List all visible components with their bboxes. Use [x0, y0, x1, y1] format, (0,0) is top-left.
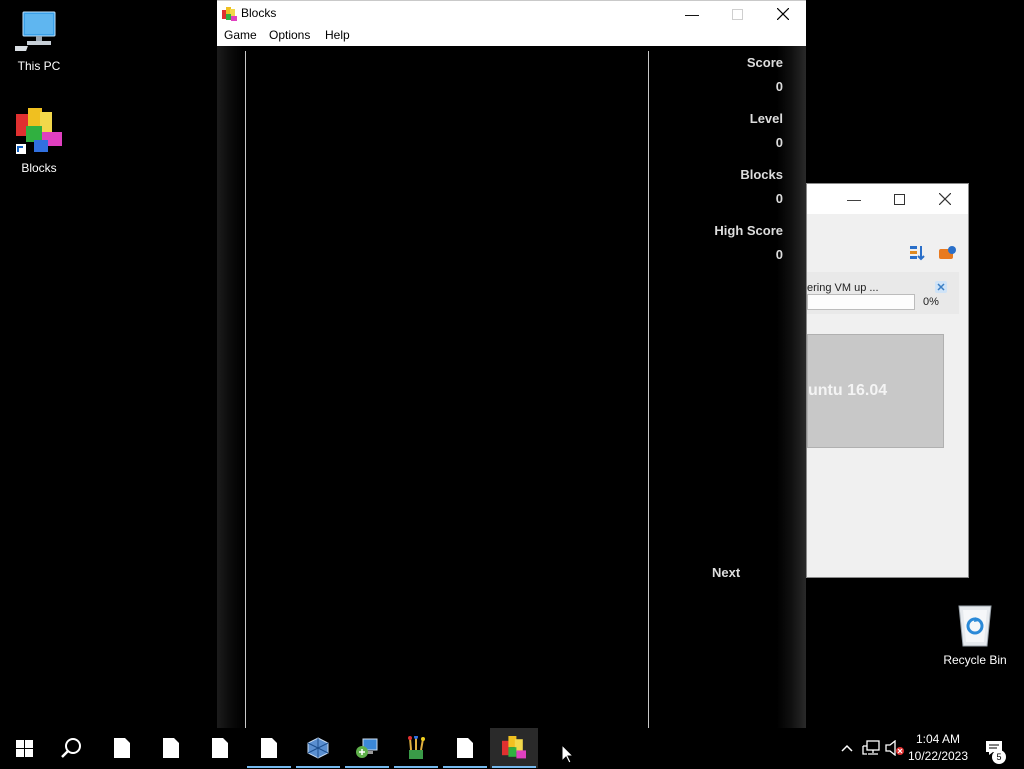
menu-game[interactable]: Game — [224, 28, 257, 42]
vm-preview-name: untu 16.04 — [808, 382, 888, 399]
blocks-window[interactable]: Blocks — Game Options Help Score 0 Level… — [217, 0, 806, 728]
start-button[interactable] — [0, 728, 48, 768]
notification-count-badge: 5 — [992, 750, 1006, 764]
title-bar[interactable]: — — [807, 184, 968, 214]
close-icon — [939, 193, 951, 205]
menu-help[interactable]: Help — [325, 28, 350, 42]
blocks-app-icon — [502, 736, 526, 759]
windows-start-icon — [15, 739, 33, 757]
taskbar-document-5[interactable] — [441, 728, 489, 768]
mouse-cursor-icon — [561, 743, 575, 769]
close-button[interactable] — [923, 184, 967, 214]
desktop-icon-blocks[interactable]: Blocks — [1, 106, 77, 175]
taskbar-document-1[interactable] — [98, 728, 146, 768]
notice-text: ering VM up ... — [807, 282, 879, 294]
document-icon — [114, 738, 130, 758]
taskbar-virtualbox[interactable] — [294, 728, 342, 768]
chevron-up-icon — [841, 744, 853, 752]
high-score-label: High Score — [714, 223, 783, 238]
document-icon — [457, 738, 473, 758]
recycle-bin-icon — [953, 605, 997, 651]
taskbar-clock[interactable]: 1:04 AM 10/22/2023 — [902, 731, 974, 765]
paint-brushes-icon — [408, 736, 425, 759]
desktop-icon-label: This PC — [17, 59, 61, 73]
close-notice-icon[interactable] — [935, 281, 947, 296]
document-icon — [261, 738, 277, 758]
blocks-label: Blocks — [740, 167, 783, 182]
network-icon — [862, 740, 880, 755]
desktop-icon-label: Recycle Bin — [943, 653, 1007, 667]
desktop-icon-recycle-bin[interactable]: Recycle Bin — [937, 602, 1013, 667]
maximize-button[interactable] — [714, 1, 760, 27]
minimize-button[interactable]: — — [832, 184, 876, 214]
network-tray-button[interactable] — [860, 728, 882, 768]
blocks-app-icon — [222, 7, 237, 22]
network-setup-icon — [356, 738, 378, 758]
close-icon — [777, 8, 789, 20]
level-value: 0 — [775, 135, 783, 150]
progress-notice: ering VM up ... 0% — [807, 272, 959, 314]
level-label: Level — [749, 111, 783, 126]
search-button[interactable] — [48, 728, 96, 768]
taskbar: 1:04 AM 10/22/2023 5 — [0, 728, 1024, 768]
clock-time: 1:04 AM — [915, 732, 961, 746]
menu-options[interactable]: Options — [269, 28, 310, 42]
taskbar-document-2[interactable] — [147, 728, 195, 768]
computer-icon — [4, 11, 63, 57]
game-area: Score 0 Level 0 Blocks 0 High Score 0 Ne… — [217, 46, 806, 728]
vm-toolbar — [807, 242, 968, 268]
taskbar-document-3[interactable] — [196, 728, 244, 768]
maximize-button[interactable] — [877, 184, 921, 214]
search-icon — [61, 738, 81, 758]
next-piece-label: Next — [712, 565, 741, 580]
maximize-icon — [731, 8, 743, 20]
progress-bar — [807, 294, 915, 310]
desktop: This PC Blocks Recycle Bin — ering VM up… — [0, 0, 1024, 728]
discard-state-icon[interactable] — [937, 244, 957, 267]
minimize-button[interactable]: — — [669, 1, 715, 27]
vm-preview: untu 16.04 — [807, 334, 944, 448]
menu-bar: Game Options Help — [217, 26, 806, 46]
taskbar-paint[interactable] — [392, 728, 440, 768]
progress-percent: 0% — [923, 296, 939, 308]
desktop-icon-this-pc[interactable]: This PC — [1, 10, 77, 73]
virtualbox-icon — [307, 737, 329, 759]
document-icon — [212, 738, 228, 758]
taskbar-blocks[interactable] — [490, 728, 538, 768]
maximize-icon — [893, 193, 905, 205]
title-bar[interactable]: Blocks — — [217, 0, 806, 26]
high-score-value: 0 — [775, 247, 783, 262]
close-button[interactable] — [760, 1, 806, 27]
blocks-value: 0 — [775, 191, 783, 206]
window-title: Blocks — [241, 6, 277, 20]
virtualbox-window[interactable]: — ering VM up ... 0% untu 16.04 — [806, 183, 969, 578]
score-value: 0 — [775, 79, 783, 94]
clock-date: 10/22/2023 — [907, 749, 969, 763]
document-icon — [163, 738, 179, 758]
desktop-icon-label: Blocks — [21, 161, 57, 175]
taskbar-network-setup[interactable] — [343, 728, 391, 768]
settings-sort-icon[interactable] — [908, 244, 926, 267]
show-hidden-icons-button[interactable] — [838, 728, 856, 768]
blocks-app-icon — [14, 108, 64, 159]
taskbar-document-4[interactable] — [245, 728, 293, 768]
game-well[interactable] — [245, 51, 649, 728]
score-label: Score — [746, 55, 783, 70]
